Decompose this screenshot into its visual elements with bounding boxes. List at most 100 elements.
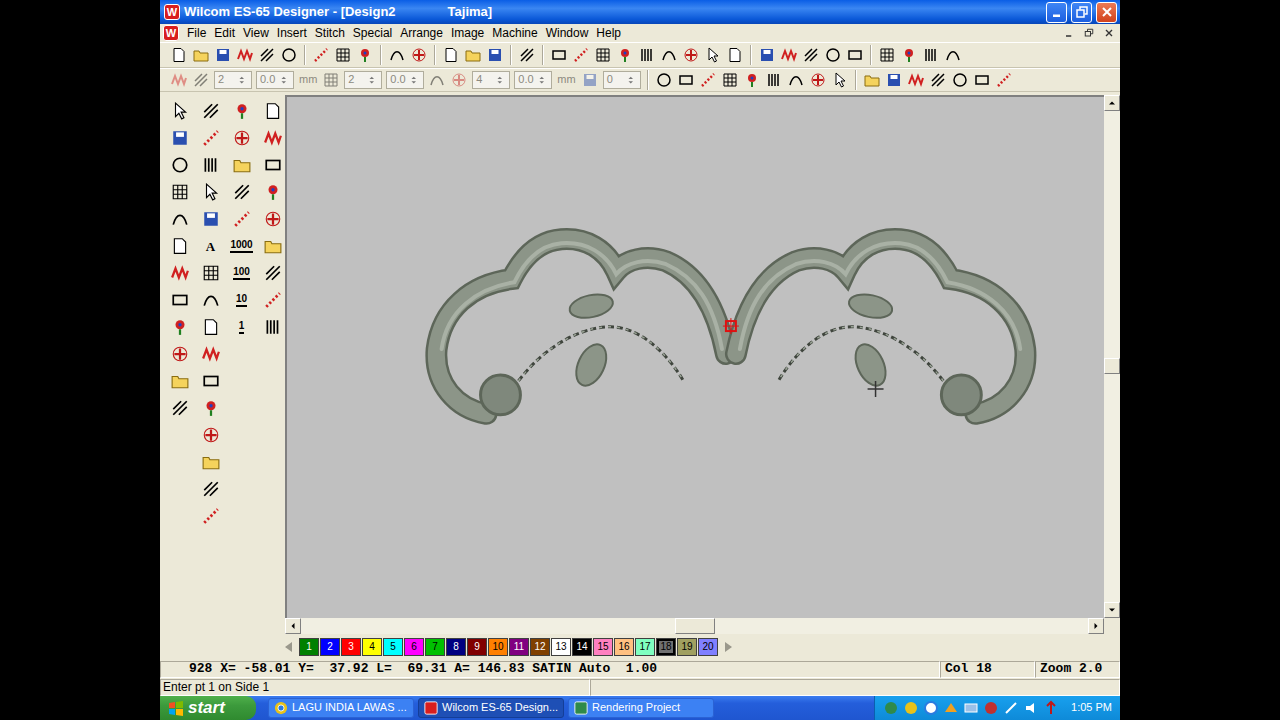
toolbar-button[interactable] xyxy=(614,44,636,66)
color-swatch[interactable]: 16 xyxy=(614,638,634,656)
prompt-input[interactable] xyxy=(590,679,1120,696)
toolbar-button[interactable] xyxy=(440,44,462,66)
toolbar-button[interactable] xyxy=(462,44,484,66)
toolbar-button[interactable] xyxy=(548,44,570,66)
horizontal-scrollbar[interactable] xyxy=(285,618,1120,634)
menu-item[interactable]: File xyxy=(183,25,210,41)
tool-button[interactable] xyxy=(166,287,193,313)
color-swatch[interactable]: 12 xyxy=(530,638,550,656)
minimize-button[interactable] xyxy=(1046,2,1067,23)
tool-button[interactable] xyxy=(259,152,286,178)
tool-button[interactable] xyxy=(197,98,224,124)
toolbar-button[interactable] xyxy=(592,44,614,66)
tool-button[interactable] xyxy=(166,368,193,394)
color-swatch[interactable]: 14 xyxy=(572,638,592,656)
toolbar-button[interactable] xyxy=(883,69,905,91)
color-swatch[interactable]: 10 xyxy=(488,638,508,656)
tool-button[interactable]: 1 xyxy=(228,314,255,340)
toolbar-button[interactable] xyxy=(310,44,332,66)
toolbar-button[interactable] xyxy=(702,44,724,66)
menu-item[interactable]: Window xyxy=(542,25,593,41)
toolbar-button[interactable] xyxy=(516,44,538,66)
close-button[interactable] xyxy=(1096,2,1117,23)
color-swatch[interactable]: 3 xyxy=(341,638,361,656)
toolbar-button[interactable] xyxy=(763,69,785,91)
toolbar-button[interactable] xyxy=(658,44,680,66)
toolbar-button[interactable] xyxy=(861,69,883,91)
task-button[interactable]: Wilcom ES-65 Design... xyxy=(418,698,564,718)
color-swatch[interactable]: 8 xyxy=(446,638,466,656)
menu-item[interactable]: Insert xyxy=(273,25,311,41)
toolbar-button[interactable] xyxy=(719,69,741,91)
task-button[interactable]: Rendering Project xyxy=(568,698,714,718)
tool-button[interactable] xyxy=(197,179,224,205)
tool-button[interactable] xyxy=(197,206,224,232)
tool-button[interactable] xyxy=(197,152,224,178)
tool-button[interactable] xyxy=(228,125,255,151)
palette-right-button[interactable] xyxy=(719,638,737,656)
toolbar-button[interactable] xyxy=(332,44,354,66)
toolbar-button[interactable] xyxy=(484,44,506,66)
scroll-up-button[interactable] xyxy=(1104,95,1120,111)
toolbar-button[interactable] xyxy=(168,44,190,66)
design-canvas[interactable] xyxy=(285,95,1104,618)
toolbar-button[interactable] xyxy=(800,44,822,66)
scroll-thumb[interactable] xyxy=(675,618,715,634)
tool-button[interactable] xyxy=(166,125,193,151)
task-label[interactable]: Rendering Project xyxy=(592,701,680,714)
tool-button[interactable] xyxy=(197,287,224,313)
toolbar-button[interactable] xyxy=(386,44,408,66)
tool-button[interactable] xyxy=(197,260,224,286)
menu-item[interactable]: Image xyxy=(447,25,488,41)
color-swatch[interactable]: 19 xyxy=(677,638,697,656)
tool-button[interactable] xyxy=(228,152,255,178)
toolbar-button[interactable] xyxy=(256,44,278,66)
color-swatch[interactable]: 18 xyxy=(656,638,676,656)
scroll-track[interactable] xyxy=(1104,111,1120,602)
tool-button[interactable] xyxy=(228,206,255,232)
toolbar-button[interactable] xyxy=(675,69,697,91)
scroll-thumb[interactable] xyxy=(1104,358,1120,374)
toolbar-button[interactable] xyxy=(920,44,942,66)
start-button[interactable]: start xyxy=(160,696,256,720)
tool-button[interactable] xyxy=(166,395,193,421)
tool-button[interactable] xyxy=(166,206,193,232)
toolbar-button[interactable] xyxy=(844,44,866,66)
task-label[interactable]: Wilcom ES-65 Design... xyxy=(442,701,558,714)
tool-button[interactable]: 100 xyxy=(228,260,255,286)
scroll-left-button[interactable] xyxy=(285,618,301,634)
tool-button[interactable] xyxy=(166,98,193,124)
color-swatch[interactable]: 6 xyxy=(404,638,424,656)
tool-button[interactable] xyxy=(166,341,193,367)
task-label[interactable]: LAGU INDIA LAWAS ... xyxy=(292,701,407,714)
toolbar-button[interactable] xyxy=(212,44,234,66)
tool-button[interactable] xyxy=(259,179,286,205)
vertical-scrollbar[interactable] xyxy=(1104,95,1120,618)
toolbar-button[interactable] xyxy=(971,69,993,91)
toolbar-button[interactable] xyxy=(807,69,829,91)
toolbar-button[interactable] xyxy=(278,44,300,66)
tool-button[interactable] xyxy=(259,314,286,340)
tool-button[interactable] xyxy=(259,260,286,286)
tool-button[interactable] xyxy=(197,503,224,529)
toolbar-button[interactable] xyxy=(949,69,971,91)
tool-button[interactable] xyxy=(166,233,193,259)
toolbar-button[interactable] xyxy=(636,44,658,66)
tool-button[interactable] xyxy=(197,422,224,448)
color-swatch[interactable]: 17 xyxy=(635,638,655,656)
color-swatch[interactable]: 11 xyxy=(509,638,529,656)
doc-minimize-button[interactable] xyxy=(1061,26,1077,40)
toolbar-button[interactable] xyxy=(785,69,807,91)
menu-item[interactable]: Edit xyxy=(210,25,239,41)
menu-item[interactable]: Special xyxy=(349,25,396,41)
toolbar-button[interactable] xyxy=(898,44,920,66)
tool-button[interactable] xyxy=(228,179,255,205)
toolbar-button[interactable] xyxy=(993,69,1015,91)
tool-button[interactable] xyxy=(228,98,255,124)
tool-button[interactable] xyxy=(197,449,224,475)
palette-left-button[interactable] xyxy=(280,638,298,656)
toolbar-button[interactable] xyxy=(653,69,675,91)
color-swatch[interactable]: 20 xyxy=(698,638,718,656)
tool-button[interactable]: A xyxy=(197,233,224,259)
toolbar-button[interactable] xyxy=(905,69,927,91)
